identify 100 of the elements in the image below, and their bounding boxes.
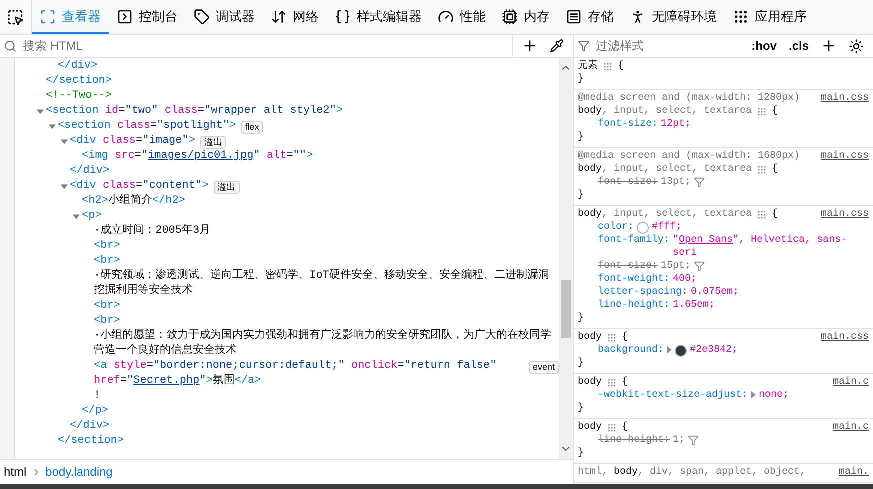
brace: }: [578, 73, 584, 86]
css-value[interactable]: 0.075em;: [691, 286, 740, 299]
filter-icon: [688, 435, 700, 446]
node-badge[interactable]: event: [528, 361, 559, 374]
css-value[interactable]: #fff;: [652, 221, 682, 234]
stylesheet-link[interactable]: main.c: [832, 421, 869, 434]
breadcrumb[interactable]: html: [4, 465, 27, 479]
file-link[interactable]: Secret.php: [134, 375, 200, 387]
grid-icon: [607, 422, 618, 432]
text-node[interactable]: ·小组的愿望：致力于成为国内实力强劲和拥有广泛影响力的安全研究团队，为广大的在校同学营造一个良好的信息安全技术: [94, 329, 559, 359]
css-value[interactable]: 1;: [673, 434, 686, 447]
node-badge[interactable]: 溢出: [200, 136, 226, 149]
markup-line[interactable]: <p>: [82, 209, 102, 224]
stylesheet-link[interactable]: main.css: [820, 208, 869, 221]
css-value[interactable]: #2e3842;: [690, 344, 738, 357]
toggle-button[interactable]: .cls: [786, 39, 812, 53]
search-icon: [4, 40, 17, 52]
css-value[interactable]: 1.65em;: [673, 299, 716, 312]
css-property[interactable]: line-height:: [598, 434, 670, 447]
sun-icon[interactable]: [849, 38, 864, 54]
text-node[interactable]: ·成立时间：2005年3月: [94, 224, 211, 239]
css-property[interactable]: color:: [598, 221, 634, 234]
filter-field[interactable]: 过滤样式: [596, 39, 743, 53]
scrollbar-thumb[interactable]: [561, 280, 571, 338]
devtools-tab[interactable]: 存储: [558, 0, 622, 34]
node-badge[interactable]: 溢出: [214, 181, 240, 194]
devtools-tab[interactable]: 样式编辑器: [327, 0, 430, 34]
stylesheet-link[interactable]: main.css: [820, 331, 869, 344]
font-link[interactable]: Open Sans: [679, 235, 734, 246]
css-value[interactable]: "Open Sans", Helvetica, sans-seri: [673, 234, 869, 260]
markup-line[interactable]: <br>: [94, 314, 120, 329]
breadcrumb[interactable]: body.landing: [46, 465, 113, 479]
css-value[interactable]: none;: [759, 389, 790, 402]
stylesheet-link[interactable]: main.: [838, 466, 869, 479]
eyedropper-icon[interactable]: [550, 39, 564, 53]
comment-line[interactable]: <!--Two-->: [46, 89, 112, 104]
markup-line[interactable]: </div>: [58, 59, 98, 74]
gauge-icon: [438, 9, 454, 25]
devtools-tab[interactable]: 性能: [430, 0, 494, 34]
css-property[interactable]: letter-spacing:: [598, 286, 688, 299]
expand-icon[interactable]: [751, 391, 756, 399]
text-node[interactable]: ·研究领域：渗透测试、逆向工程、密码学、IoT硬件安全、移动安全、安全编程、二进制漏洞挖掘利用等安全技术: [94, 269, 559, 299]
markup-line[interactable]: <br>: [94, 239, 120, 254]
markup-line[interactable]: <br>: [94, 254, 120, 269]
markup-line[interactable]: <a style="border:none;cursor:default;" onclick="return false" href="Secret.php">氛围</a>: [94, 359, 524, 389]
filter-icon: [578, 40, 590, 52]
twisty-icon[interactable]: [72, 212, 81, 221]
brace: {: [772, 208, 778, 221]
markup-line[interactable]: <br>: [94, 299, 120, 314]
closing-tag[interactable]: </div>: [70, 419, 110, 434]
css-value[interactable]: 400;: [673, 273, 698, 286]
text-node[interactable]: !: [94, 389, 101, 404]
css-value[interactable]: 15pt;: [661, 260, 692, 273]
search-field[interactable]: 搜索 HTML: [23, 39, 506, 53]
twisty-icon[interactable]: [36, 107, 45, 116]
css-property[interactable]: background:: [598, 344, 664, 357]
css-property[interactable]: font-weight:: [598, 273, 670, 286]
devtools-tab[interactable]: 无障碍环境: [622, 0, 725, 34]
stylesheet-link[interactable]: main.css: [820, 150, 869, 163]
node-badge[interactable]: flex: [241, 121, 264, 134]
devtools-tab[interactable]: 应用程序: [725, 0, 815, 34]
closing-tag[interactable]: </section>: [46, 74, 112, 89]
grid-icon: [607, 332, 618, 342]
stylesheet-link[interactable]: main.c: [832, 376, 869, 389]
css-selector: body: [578, 331, 602, 344]
markup-line[interactable]: <section id="two" class="wrapper alt style2">: [46, 104, 344, 119]
closing-tag[interactable]: </section>: [58, 434, 124, 449]
css-property[interactable]: font-family:: [598, 234, 670, 247]
markup-line[interactable]: <section class="spotlight">: [58, 119, 236, 134]
css-property[interactable]: -webkit-text-size-adjust:: [598, 389, 748, 402]
css-value[interactable]: 12pt;: [661, 118, 692, 131]
twisty-icon[interactable]: [60, 137, 69, 146]
stylesheet-link[interactable]: main.css: [820, 92, 869, 105]
markup-line[interactable]: <img src="images/pic01.jpg" alt="">: [82, 149, 314, 164]
devtools-tab[interactable]: 网络: [263, 0, 327, 34]
css-property[interactable]: font-size:: [598, 260, 658, 273]
markup-line[interactable]: <h2>小组简介</h2>: [82, 194, 186, 209]
css-value[interactable]: 13pt;: [661, 176, 692, 189]
twisty-icon[interactable]: [60, 182, 69, 191]
media-query: @media screen and (max-width: 1680px): [578, 150, 800, 163]
plus-icon[interactable]: [522, 38, 538, 54]
file-link[interactable]: images/pic01.jpg: [148, 150, 254, 162]
devtools-tab[interactable]: 控制台: [109, 0, 186, 34]
markup-line[interactable]: <div class="image">: [70, 134, 196, 149]
color-swatch[interactable]: [675, 345, 688, 357]
devtools-tab[interactable]: 调试器: [186, 0, 263, 34]
css-property[interactable]: line-height:: [598, 299, 670, 312]
plus-icon[interactable]: [821, 38, 837, 54]
css-selector: html, body, div, span, applet, object,: [578, 466, 806, 479]
toggle-button[interactable]: :hov: [748, 39, 780, 53]
devtools-tab[interactable]: 内存: [494, 0, 558, 34]
twisty-icon[interactable]: [48, 122, 57, 131]
closing-tag[interactable]: </p>: [82, 404, 108, 419]
css-property[interactable]: font-size:: [598, 176, 658, 189]
markup-line[interactable]: <div class="content">: [70, 179, 209, 194]
tag-icon: [194, 9, 210, 25]
color-swatch[interactable]: [637, 222, 650, 234]
element-picker-icon[interactable]: [7, 8, 24, 26]
closing-tag[interactable]: </div>: [70, 164, 110, 179]
css-property[interactable]: font-size:: [598, 118, 658, 131]
